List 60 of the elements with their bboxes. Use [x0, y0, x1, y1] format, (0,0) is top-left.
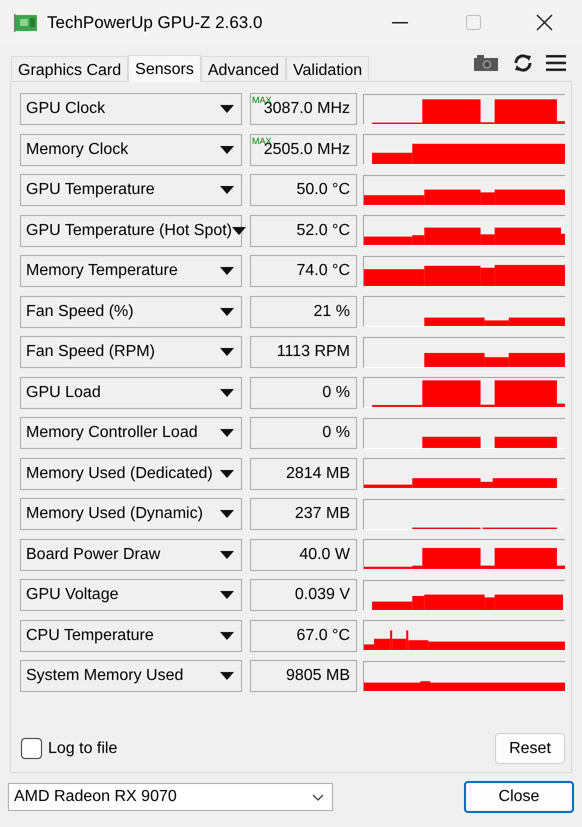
dropdown-arrow-icon	[220, 632, 234, 640]
caret-icon	[312, 794, 324, 800]
max-marker: MAX	[252, 136, 272, 146]
sensor-value: 50.0 °C	[296, 180, 350, 200]
sensor-selector[interactable]: Board Power Draw	[20, 538, 242, 570]
sensor-selector[interactable]: Memory Used (Dedicated)	[20, 458, 242, 490]
sensor-selector[interactable]: GPU Clock	[20, 93, 242, 125]
sensor-selector[interactable]: Fan Speed (RPM)	[20, 336, 242, 368]
sensor-selector[interactable]: Memory Used (Dynamic)	[20, 498, 242, 530]
menu-icon[interactable]	[546, 55, 566, 71]
graphics-card-icon	[14, 14, 38, 32]
sensor-value: 0 %	[322, 382, 350, 402]
sensor-selector[interactable]: CPU Temperature	[20, 620, 242, 652]
dropdown-arrow-icon	[220, 470, 234, 478]
camera-icon[interactable]	[474, 55, 498, 71]
sensor-value: 237 MB	[294, 504, 350, 524]
dropdown-arrow-icon	[220, 186, 234, 194]
sensor-value: 2814 MB	[286, 464, 350, 484]
sensor-value: 40.0 W	[299, 544, 350, 564]
dropdown-arrow-icon	[232, 226, 246, 234]
window-title: TechPowerUp GPU-Z 2.63.0	[47, 12, 262, 34]
sensor-value: 67.0 °C	[296, 626, 350, 646]
sensor-selector[interactable]: Fan Speed (%)	[20, 296, 242, 328]
sensor-selector[interactable]: System Memory Used	[20, 660, 242, 692]
log-to-file-label: Log to file	[48, 738, 118, 758]
dropdown-arrow-icon	[220, 591, 234, 599]
tab[interactable]: Graphics Card	[11, 56, 128, 80]
dropdown-arrow-icon	[220, 429, 234, 437]
dropdown-arrow-icon	[220, 146, 234, 154]
sensor-selector[interactable]: GPU Temperature	[20, 174, 242, 206]
sensor-value: 0.039 V	[294, 585, 350, 605]
sensor-value: 0 %	[322, 423, 350, 443]
sensor-value: 9805 MB	[286, 666, 350, 686]
dropdown-arrow-icon	[220, 550, 234, 558]
sensor-value: 52.0 °C	[296, 220, 350, 240]
sensor-value: 1113 RPM	[276, 342, 350, 362]
dropdown-arrow-icon	[220, 267, 234, 275]
dropdown-arrow-icon	[220, 105, 234, 113]
tab[interactable]: Advanced	[200, 56, 286, 80]
sensor-value: 21 %	[314, 302, 350, 322]
dropdown-arrow-icon	[220, 672, 234, 680]
log-checkbox[interactable]	[21, 738, 42, 759]
minimize-icon[interactable]	[392, 22, 408, 24]
dropdown-arrow-icon	[220, 388, 234, 396]
close-icon[interactable]	[536, 14, 553, 31]
dropdown-arrow-icon	[220, 510, 234, 518]
sensor-selector[interactable]: Memory Clock	[20, 134, 242, 166]
tab[interactable]: Validation	[286, 56, 370, 80]
sensor-selector[interactable]: Memory Temperature	[20, 255, 242, 287]
dropdown-arrow-icon	[220, 308, 234, 316]
sensor-selector[interactable]: GPU Voltage	[20, 579, 242, 611]
sensor-value: 74.0 °C	[296, 261, 350, 281]
sensor-selector[interactable]: Memory Controller Load	[20, 417, 242, 449]
refresh-icon[interactable]	[513, 54, 533, 72]
tab[interactable]: Sensors	[128, 55, 201, 82]
reset-button[interactable]: Reset	[495, 733, 565, 764]
close-button[interactable]: Close	[464, 781, 574, 813]
device-dropdown[interactable]: AMD Radeon RX 9070	[8, 783, 333, 811]
sensor-selector[interactable]: GPU Load	[20, 376, 242, 408]
dropdown-arrow-icon	[220, 348, 234, 356]
